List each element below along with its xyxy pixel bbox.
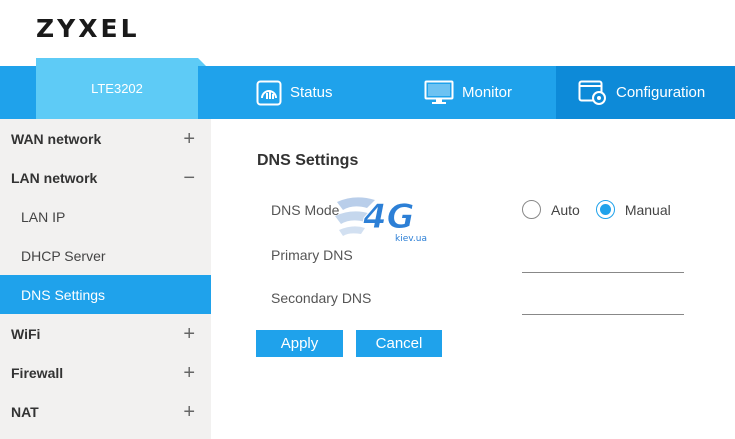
sidebar-item-firewall[interactable]: Firewall + [0, 353, 211, 392]
sidebar-item-label: LAN network [11, 169, 98, 186]
zyxel-logo: ZYXEL [36, 14, 140, 43]
nav-status-label: Status [290, 84, 333, 101]
tab-corner [198, 58, 206, 66]
page-title: DNS Settings [257, 152, 359, 169]
sidebar-item-dns-settings[interactable]: DNS Settings [0, 275, 211, 314]
dns-mode-auto-label[interactable]: Auto [551, 202, 580, 218]
sidebar-item-dhcp-server[interactable]: DHCP Server [0, 236, 211, 275]
sidebar-item-label: DHCP Server [21, 247, 106, 264]
sidebar-item-wifi[interactable]: WiFi + [0, 314, 211, 353]
secondary-dns-label: Secondary DNS [271, 290, 372, 306]
expand-plus-icon[interactable]: + [183, 129, 195, 149]
nav-configuration-label: Configuration [616, 84, 706, 101]
sidebar-item-label: WAN network [11, 130, 102, 147]
sidebar-item-label: LAN IP [21, 208, 66, 225]
sidebar-item-label: WiFi [11, 325, 41, 342]
primary-dns-label: Primary DNS [271, 247, 353, 263]
cancel-button[interactable]: Cancel [356, 330, 442, 357]
nav-monitor[interactable]: Monitor [424, 66, 512, 119]
primary-dns-input[interactable] [522, 251, 684, 273]
device-tab-lte3202[interactable]: LTE3202 [36, 58, 206, 119]
dns-mode-manual-radio[interactable] [595, 200, 615, 219]
watermark-sub-text: kiev.ua [395, 234, 427, 244]
sidebar-item-nat[interactable]: NAT + [0, 392, 211, 431]
dns-mode-auto-radio[interactable] [522, 200, 541, 219]
sidebar: WAN network + LAN network − LAN IP DHCP … [0, 119, 211, 439]
main-content: DNS Settings DNS Mode Auto Manual Primar… [211, 119, 735, 439]
sidebar-item-lan-network[interactable]: LAN network − [0, 158, 211, 197]
expand-plus-icon[interactable]: + [183, 402, 195, 422]
expand-plus-icon[interactable]: + [183, 324, 195, 344]
watermark-main-text: 4G [362, 197, 415, 237]
dns-mode-manual-label[interactable]: Manual [625, 202, 671, 218]
sidebar-item-label: NAT [11, 403, 39, 420]
sidebar-item-lan-ip[interactable]: LAN IP [0, 197, 211, 236]
sidebar-item-label: DNS Settings [21, 286, 106, 303]
sidebar-item-wan-network[interactable]: WAN network + [0, 119, 211, 158]
secondary-dns-input[interactable] [522, 293, 684, 315]
nav-status[interactable]: Status [256, 66, 333, 119]
nav-monitor-label: Monitor [462, 84, 513, 101]
collapse-minus-icon[interactable]: − [183, 168, 195, 188]
configuration-gear-icon [578, 80, 606, 105]
status-gauge-icon [256, 80, 282, 105]
device-tab-label: LTE3202 [91, 81, 143, 96]
sidebar-item-label: Firewall [11, 364, 64, 381]
monitor-icon [424, 80, 454, 104]
4g-kiev-watermark: 4G kiev.ua [335, 197, 427, 244]
dns-mode-radio-group: Auto Manual [522, 200, 687, 219]
dns-mode-label: DNS Mode [271, 202, 340, 218]
apply-button[interactable]: Apply [256, 330, 343, 357]
expand-plus-icon[interactable]: + [183, 363, 195, 383]
nav-configuration[interactable]: Configuration [556, 66, 735, 119]
